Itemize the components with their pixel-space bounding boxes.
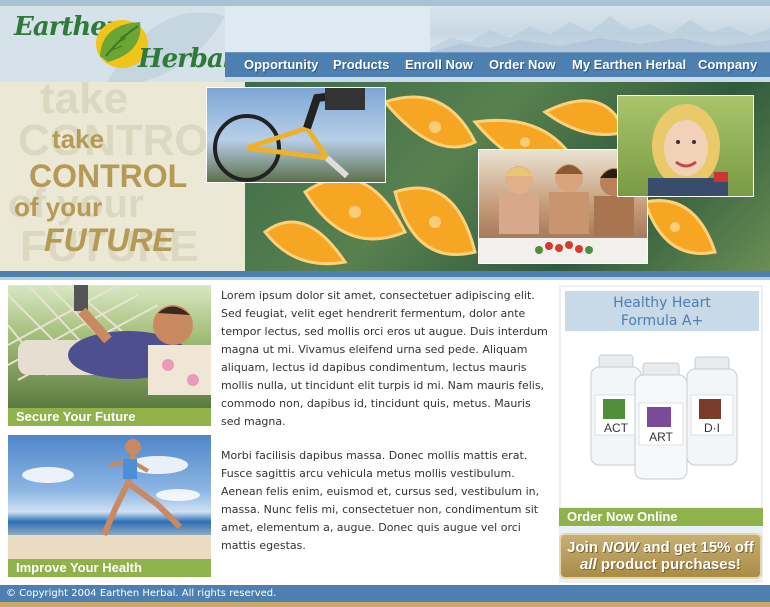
site-footer: © Copyright 2004 Earthen Herbal. All rig… <box>0 585 770 602</box>
logo-text-herbal: Herbal <box>138 44 225 74</box>
join-now-word: NOW <box>602 539 639 556</box>
product-title-line1: Healthy Heart <box>613 295 711 311</box>
beach-runner-photo[interactable] <box>8 435 211 559</box>
nav-products[interactable]: Products <box>333 57 389 72</box>
tagline-take: take <box>52 124 105 154</box>
hammock-photo[interactable] <box>8 285 211 408</box>
promo-secure-future[interactable]: Secure Your Future <box>8 408 211 426</box>
product-title-line2: Formula A+ <box>620 313 704 329</box>
bottle-label-act: ACT <box>604 421 629 435</box>
bottle-label-art: ART <box>649 430 673 444</box>
join-rest-line2: product purchases! <box>600 556 741 573</box>
join-rest-line1: and get 15% off <box>643 539 754 556</box>
content-paragraph-2: Morbi facilisis dapibus massa. Donec mol… <box>221 449 540 552</box>
left-promos: Secure Your Future Improve Your Health <box>8 285 211 577</box>
copyright-text: © Copyright 2004 Earthen Herbal. All rig… <box>6 588 277 599</box>
cyclist-photo <box>206 87 386 183</box>
nav-opportunity[interactable]: Opportunity <box>244 57 318 72</box>
main-content: Lorem ipsum dolor sit amet, consectetuer… <box>221 287 551 571</box>
nav-company[interactable]: Company <box>698 57 757 72</box>
footer-stripe <box>0 602 770 607</box>
banner-collage <box>206 82 770 271</box>
banner-divider-light <box>0 277 770 280</box>
supplement-bottles-image: ACT ART D·I <box>590 354 738 480</box>
content-paragraph-1: Lorem ipsum dolor sit amet, consectetuer… <box>221 289 548 428</box>
tagline-future: FUTURE <box>44 222 174 258</box>
product-sidebar: Healthy Heart Formula A+ ACT ART D·I Ord… <box>559 285 763 583</box>
join-word: Join <box>567 539 598 556</box>
logo[interactable]: Earthen Herbal <box>0 6 225 82</box>
promo-improve-health[interactable]: Improve Your Health <box>8 559 211 577</box>
product-feature[interactable]: Healthy Heart Formula A+ ACT ART D·I <box>561 287 761 507</box>
nav-order-now[interactable]: Order Now <box>489 57 555 72</box>
smiling-woman-photo <box>617 95 754 197</box>
hero-banner: take CONTROL of your FUTURE take CONTROL… <box>0 82 770 271</box>
nav-my-earthen-herbal[interactable]: My Earthen Herbal <box>572 57 686 72</box>
join-line-1: Join NOW and get 15% off <box>561 539 760 556</box>
site-header: Earthen Herbal Opportunity Products Enro… <box>0 0 770 82</box>
mountain-graphic <box>430 16 770 52</box>
bottle-label-di: D·I <box>704 421 720 435</box>
join-now-discount-button[interactable]: Join NOW and get 15% off all product pur… <box>559 533 762 579</box>
join-line-2: all product purchases! <box>561 556 760 573</box>
join-all-word: all <box>580 556 597 573</box>
product-title: Healthy Heart Formula A+ <box>565 291 759 331</box>
main-nav: Opportunity Products Enroll Now Order No… <box>225 52 770 77</box>
nav-enroll-now[interactable]: Enroll Now <box>405 57 473 72</box>
tagline-of-your: of your <box>14 192 103 222</box>
order-now-online-link[interactable]: Order Now Online <box>559 508 763 526</box>
tagline-control: CONTROL <box>29 158 188 194</box>
